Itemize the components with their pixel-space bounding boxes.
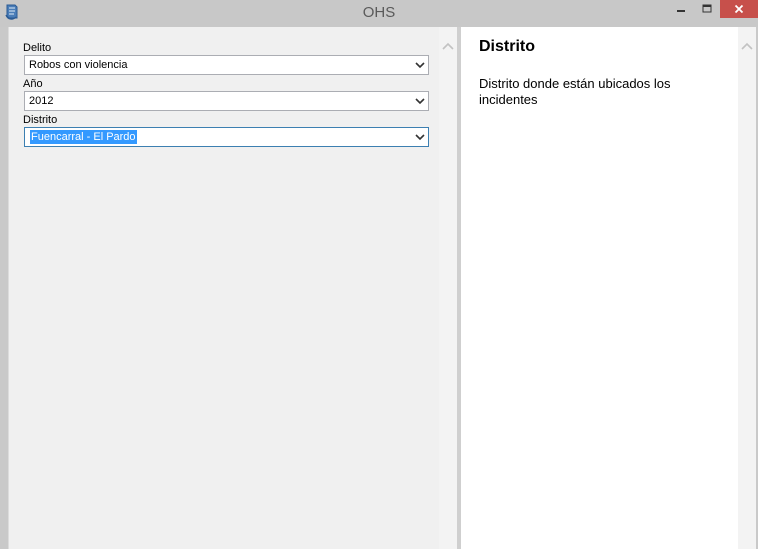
distrito-value: Fuencarral - El Pardo: [30, 130, 137, 144]
maximize-button[interactable]: [694, 0, 720, 18]
title-bar[interactable]: OHS: [0, 0, 758, 27]
chevron-down-icon: [415, 134, 425, 141]
ano-dropdown[interactable]: 2012: [24, 91, 429, 111]
app-window: OHS Delito Robos con violencia Año 2012: [0, 0, 758, 549]
chevron-down-icon: [415, 98, 425, 105]
delito-value: Robos con violencia: [29, 59, 128, 71]
close-button[interactable]: [720, 0, 758, 18]
window-title: OHS: [362, 4, 396, 21]
close-icon: [734, 4, 744, 14]
distrito-label: Distrito: [23, 114, 58, 126]
delito-label: Delito: [23, 42, 52, 54]
delito-dropdown[interactable]: Robos con violencia: [24, 55, 429, 75]
help-title: Distrito: [479, 38, 535, 55]
minimize-button[interactable]: [668, 0, 694, 18]
chevron-down-icon: [415, 62, 425, 69]
maximize-icon: [702, 4, 712, 13]
distrito-dropdown[interactable]: Fuencarral - El Pardo: [24, 127, 429, 147]
ano-label: Año: [23, 78, 43, 90]
ano-value: 2012: [29, 95, 54, 107]
minimize-icon: [677, 10, 685, 12]
help-description: Distrito donde están ubicados los incide…: [479, 76, 671, 107]
chevron-up-icon[interactable]: [738, 39, 756, 53]
chevron-up-icon[interactable]: [439, 39, 457, 53]
form-scrollbar[interactable]: [439, 27, 457, 549]
help-scrollbar[interactable]: [738, 27, 756, 549]
